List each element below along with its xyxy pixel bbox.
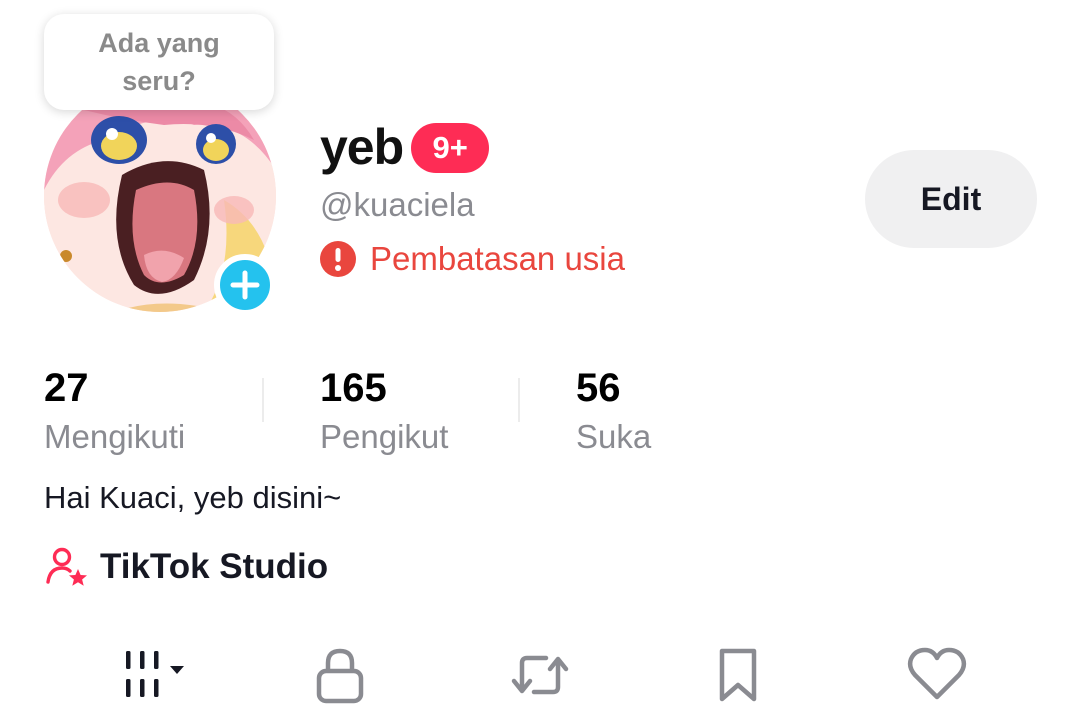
videos-grid-icon bbox=[126, 651, 184, 697]
edit-profile-button[interactable]: Edit bbox=[865, 150, 1037, 248]
stat-following-value: 27 bbox=[44, 366, 89, 410]
display-name: yeb bbox=[320, 119, 404, 175]
plus-icon bbox=[230, 270, 260, 300]
username: @kuaciela bbox=[320, 186, 475, 223]
stat-following[interactable]: 27 Mengikuti bbox=[44, 364, 185, 460]
age-restriction-link[interactable]: Pembatasan usia bbox=[320, 240, 625, 278]
stat-likes-value: 56 bbox=[576, 366, 621, 410]
stat-divider bbox=[262, 378, 264, 422]
tab-private[interactable] bbox=[300, 640, 380, 710]
tiktok-studio-link[interactable]: TikTok Studio bbox=[44, 544, 328, 590]
bookmark-icon bbox=[719, 648, 757, 702]
creator-star-icon bbox=[46, 547, 87, 586]
age-restriction-label: Pembatasan usia bbox=[370, 240, 625, 277]
notification-badge[interactable]: 9+ bbox=[411, 123, 490, 173]
stat-following-label: Mengikuti bbox=[44, 418, 186, 455]
chevron-down-icon bbox=[170, 666, 184, 674]
stat-likes-label: Suka bbox=[576, 418, 652, 455]
profile-bio: Hai Kuaci, yeb disini~ bbox=[44, 480, 342, 515]
name-row: yeb 9+ bbox=[320, 112, 490, 182]
alert-icon bbox=[320, 241, 356, 277]
tab-favorites[interactable] bbox=[698, 640, 778, 710]
repost-icon bbox=[511, 655, 569, 695]
tab-reposts[interactable] bbox=[500, 640, 580, 710]
lock-icon bbox=[316, 648, 364, 704]
add-avatar-button[interactable] bbox=[214, 254, 276, 316]
prompt-bubble-text: Ada yang seru? bbox=[98, 28, 220, 96]
stat-likes[interactable]: 56 Suka bbox=[576, 364, 651, 460]
tab-videos[interactable] bbox=[100, 640, 200, 710]
prompt-bubble[interactable]: Ada yang seru? bbox=[44, 14, 274, 110]
tiktok-studio-label: TikTok Studio bbox=[100, 547, 329, 586]
stat-divider bbox=[518, 378, 520, 422]
stat-followers-value: 165 bbox=[320, 366, 387, 410]
stat-followers[interactable]: 165 Pengikut bbox=[320, 364, 448, 460]
heart-icon bbox=[907, 647, 967, 700]
tab-liked[interactable] bbox=[895, 640, 979, 710]
stat-followers-label: Pengikut bbox=[320, 418, 449, 455]
